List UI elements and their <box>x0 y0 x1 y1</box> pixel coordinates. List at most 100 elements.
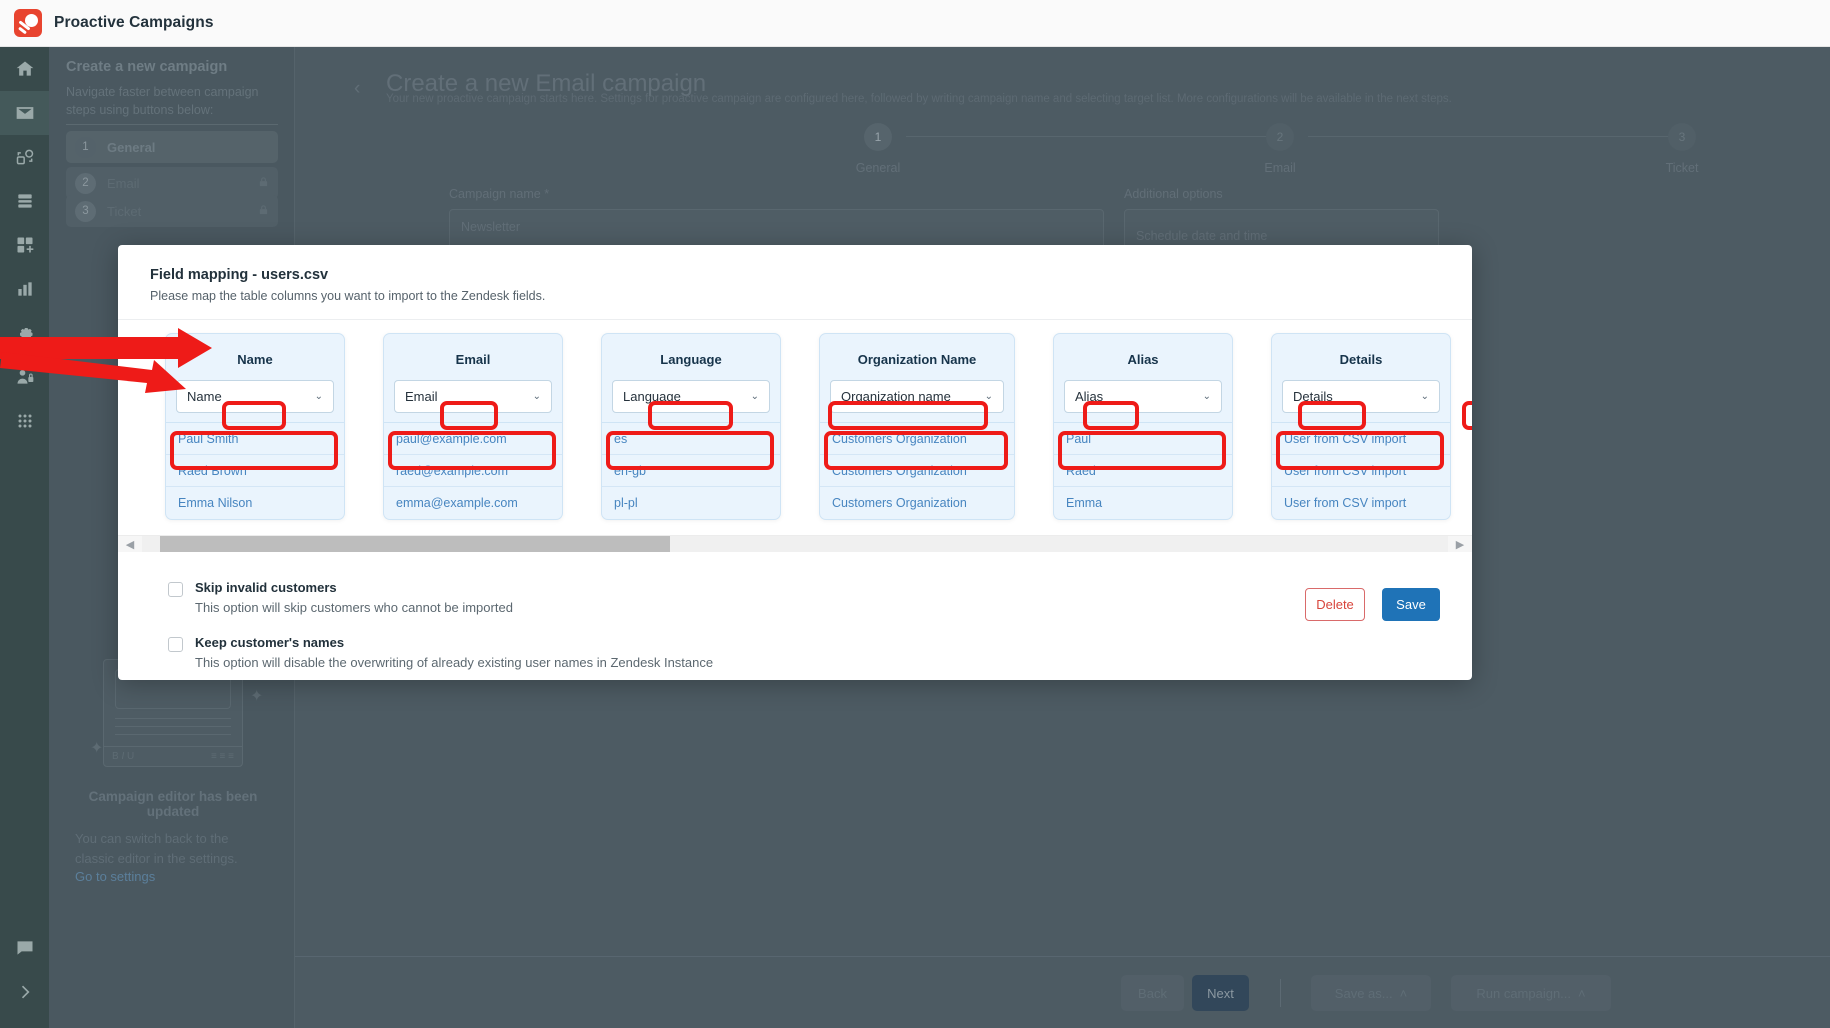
step-label: Email <box>107 175 140 191</box>
additional-options-label: Additional options <box>1124 187 1223 201</box>
mail-icon[interactable] <box>0 91 49 135</box>
preview-cell: Customers Organization <box>820 455 1014 487</box>
preview-cell: raed@example.com <box>384 455 562 487</box>
panel-subtitle: Navigate faster between campaign steps u… <box>66 85 259 118</box>
database-icon[interactable] <box>0 179 49 223</box>
column-header-label: Alias <box>1127 351 1159 367</box>
option-description: This option will disable the overwriting… <box>195 655 714 670</box>
chevron-down-icon: ⌄ <box>1202 391 1211 402</box>
column-header: Email <box>384 344 562 374</box>
stepper-label-email: Email <box>1264 161 1296 175</box>
save-as-label: Save as... <box>1334 985 1393 1001</box>
run-campaign-label: Run campaign... <box>1476 985 1572 1001</box>
selected-field: Organization name <box>841 389 951 404</box>
preview-cell: User from CSV import <box>1284 496 1407 510</box>
user-lock-icon[interactable] <box>0 355 49 399</box>
column-header-label: Name <box>237 351 273 367</box>
checkbox-keep-names[interactable] <box>168 637 183 652</box>
proactive-campaigns-logo-icon <box>14 9 42 37</box>
chevron-down-icon: ⌄ <box>314 391 323 402</box>
column-header-label: Language <box>660 351 722 367</box>
selected-field: Alias <box>1075 389 1104 404</box>
notice-heading: Campaign editor has been updated <box>88 789 258 819</box>
save-as-button[interactable]: Save as... ˄ <box>1311 975 1431 1011</box>
sidebar-step-general[interactable]: 1 General <box>66 131 278 163</box>
back-chevron-left-icon[interactable]: ‹ <box>354 78 360 100</box>
save-button[interactable]: Save <box>1382 588 1440 621</box>
panel-divider <box>66 124 278 125</box>
chevron-down-icon: ⌄ <box>750 391 759 402</box>
chat-icon[interactable] <box>0 926 49 970</box>
stepper-node-general[interactable]: 1 <box>864 123 892 151</box>
option-title: Keep customer's names <box>195 635 345 650</box>
preview-cell: emma@example.com <box>396 496 518 510</box>
column-header-label: Organization Name <box>857 351 977 367</box>
column-card-organization-name: Organization Name Organization name ⌄ Cu… <box>819 333 1015 520</box>
column-card-email: Email Email ⌄ paul@example.com raed@exam… <box>383 333 563 520</box>
option-keep-customer-names[interactable]: Keep customer's names This option will d… <box>168 635 1440 670</box>
preview-cell: en-gb <box>602 455 780 487</box>
stepper-node-email[interactable]: 2 <box>1266 123 1294 151</box>
left-nav-rail <box>0 47 49 1028</box>
next-button[interactable]: Next <box>1192 975 1249 1011</box>
chevron-down-icon: ⌄ <box>984 391 993 402</box>
panel-title: Create a new campaign <box>66 59 228 75</box>
scroll-right-arrow-icon[interactable]: ▶ <box>1448 538 1472 551</box>
preview-cell: paul@example.com <box>384 423 562 455</box>
preview-cell: Customers Organization <box>820 423 1014 455</box>
column-header: Details <box>1272 344 1450 374</box>
chevron-right-icon[interactable] <box>0 970 49 1014</box>
column-card-alias: Alias Alias ⌄ Paul Raed Emma <box>1053 333 1233 520</box>
delete-button[interactable]: Delete <box>1305 588 1365 621</box>
field-mapping-select-email[interactable]: Email ⌄ <box>394 380 552 413</box>
column-header-label: Details <box>1339 351 1383 367</box>
column-header: Organization Name <box>820 344 1014 374</box>
scrollbar-track[interactable] <box>142 536 1448 552</box>
field-mapping-select-details[interactable]: Details ⌄ <box>1282 380 1440 413</box>
option-skip-invalid-customers[interactable]: Skip invalid customers This option will … <box>168 580 1440 615</box>
sync-icon[interactable] <box>0 135 49 179</box>
home-icon[interactable] <box>0 47 49 91</box>
stepper-label-general: General <box>855 161 901 175</box>
field-mapping-select-name[interactable]: Name ⌄ <box>176 380 334 413</box>
chevron-up-icon: ˄ <box>1399 985 1408 1001</box>
preview-cell: Customers Organization <box>832 496 967 510</box>
campaign-name-label: Campaign name * <box>449 187 550 201</box>
go-to-settings-link[interactable]: Go to settings <box>75 869 271 884</box>
back-button[interactable]: Back <box>1121 975 1184 1011</box>
page-subtitle: Your new proactive campaign starts here.… <box>386 93 1452 105</box>
modal-subtitle: Please map the table columns you want to… <box>150 289 546 303</box>
bar-chart-icon[interactable] <box>0 267 49 311</box>
run-campaign-button[interactable]: Run campaign... ˄ <box>1451 975 1611 1011</box>
column-header-label: Email <box>455 351 491 367</box>
selected-field: Name <box>187 389 222 404</box>
scroll-left-arrow-icon[interactable]: ◀ <box>118 538 142 551</box>
stepper-node-ticket[interactable]: 3 <box>1668 123 1696 151</box>
modal-header: Field mapping - users.csv Please map the… <box>118 245 1472 320</box>
notice-body: You can switch back to the classic edito… <box>75 831 238 867</box>
horizontal-scrollbar[interactable]: ◀ ▶ <box>118 535 1472 552</box>
preview-cell: Paul <box>1054 423 1232 455</box>
campaign-stepper: 1 General 2 Email 3 Ticket <box>386 123 1786 183</box>
schedule-label: Schedule date and time <box>1136 229 1268 243</box>
field-mapping-select-alias[interactable]: Alias ⌄ <box>1064 380 1222 413</box>
modal-title: Field mapping - users.csv <box>150 267 329 283</box>
preview-cell: pl-pl <box>614 496 638 510</box>
column-header: Name <box>166 344 344 374</box>
chevron-down-icon: ⌄ <box>1420 391 1429 402</box>
scrollbar-thumb[interactable] <box>160 536 670 552</box>
apps-grid-icon[interactable] <box>0 399 49 443</box>
field-mapping-select-language[interactable]: Language ⌄ <box>612 380 770 413</box>
add-grid-icon[interactable] <box>0 223 49 267</box>
stepper-label-ticket: Ticket <box>1665 161 1699 175</box>
preview-cell: Emma Nilson <box>178 496 253 510</box>
sidebar-step-ticket[interactable]: 3 Ticket <box>66 195 278 227</box>
field-mapping-modal: Field mapping - users.csv Please map the… <box>118 245 1472 680</box>
chevron-up-icon: ˄ <box>1578 985 1586 1001</box>
field-mapping-select-organization[interactable]: Organization name ⌄ <box>830 380 1004 413</box>
preview-cell: User from CSV import <box>1272 423 1450 455</box>
gear-icon[interactable] <box>0 311 49 355</box>
editor-update-notice: B I U ≡ ≡ ≡ ✦ ✦ Campaign editor has been … <box>75 659 271 909</box>
checkbox-skip-invalid[interactable] <box>168 582 183 597</box>
column-card-details: Details Details ⌄ User from CSV import U… <box>1271 333 1451 520</box>
